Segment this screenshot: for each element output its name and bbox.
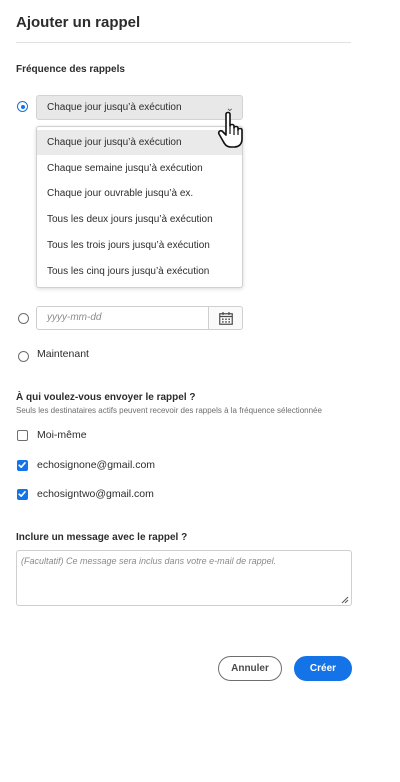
menu-item-daily[interactable]: Chaque jour jusqu’à exécution: [37, 130, 242, 155]
resize-handle-icon[interactable]: [341, 596, 349, 604]
menu-item-every-two-days[interactable]: Tous les deux jours jusqu’à exécution: [37, 207, 242, 232]
calendar-icon: [219, 312, 233, 325]
menu-item-every-five-days[interactable]: Tous les cinq jours jusqu’à exécution: [37, 259, 242, 284]
frequency-picker[interactable]: Chaque jour jusqu’à exécution ⌄: [36, 95, 243, 120]
checkmark-icon: [18, 491, 26, 497]
recipient-label-echosigntwo: echosigntwo@gmail.com: [37, 488, 154, 500]
frequency-label: Fréquence des rappels: [16, 64, 125, 75]
recipients-label: À qui voulez-vous envoyer le rappel ?: [16, 392, 196, 403]
recipient-label-echosignone: echosignone@gmail.com: [37, 459, 156, 471]
menu-item-business-day[interactable]: Chaque jour ouvrable jusqu’à ex.: [37, 181, 242, 206]
recipient-checkbox-echosigntwo[interactable]: [17, 489, 28, 500]
message-textarea[interactable]: (Facultatif) Ce message sera inclus dans…: [16, 550, 352, 606]
frequency-radio-date[interactable]: [18, 313, 29, 324]
hand-cursor-icon: [217, 111, 243, 148]
menu-item-every-three-days[interactable]: Tous les trois jours jusqu’à exécution: [37, 233, 242, 258]
recipient-checkbox-echosignone[interactable]: [17, 460, 28, 471]
create-button[interactable]: Créer: [294, 656, 352, 681]
dialog-title: Ajouter un rappel: [16, 14, 141, 31]
menu-item-weekly[interactable]: Chaque semaine jusqu’à exécution: [37, 156, 242, 181]
frequency-picker-value: Chaque jour jusqu’à exécution: [47, 102, 182, 113]
message-label: Inclure un message avec le rappel ?: [16, 532, 188, 543]
now-label: Maintenant: [37, 348, 89, 360]
date-input[interactable]: yyyy-mm-dd: [36, 306, 209, 330]
recipients-hint: Seuls les destinataires actifs peuvent r…: [16, 406, 322, 415]
recipient-label-self: Moi-même: [37, 429, 87, 441]
checkmark-icon: [18, 462, 26, 468]
frequency-menu: Chaque jour jusqu’à exécution Chaque sem…: [36, 126, 243, 288]
title-divider: [16, 42, 351, 43]
frequency-radio-recurring[interactable]: [17, 101, 28, 112]
recipient-checkbox-self[interactable]: [17, 430, 28, 441]
calendar-button[interactable]: [209, 306, 243, 330]
frequency-radio-now[interactable]: [18, 351, 29, 362]
cancel-button[interactable]: Annuler: [218, 656, 282, 681]
